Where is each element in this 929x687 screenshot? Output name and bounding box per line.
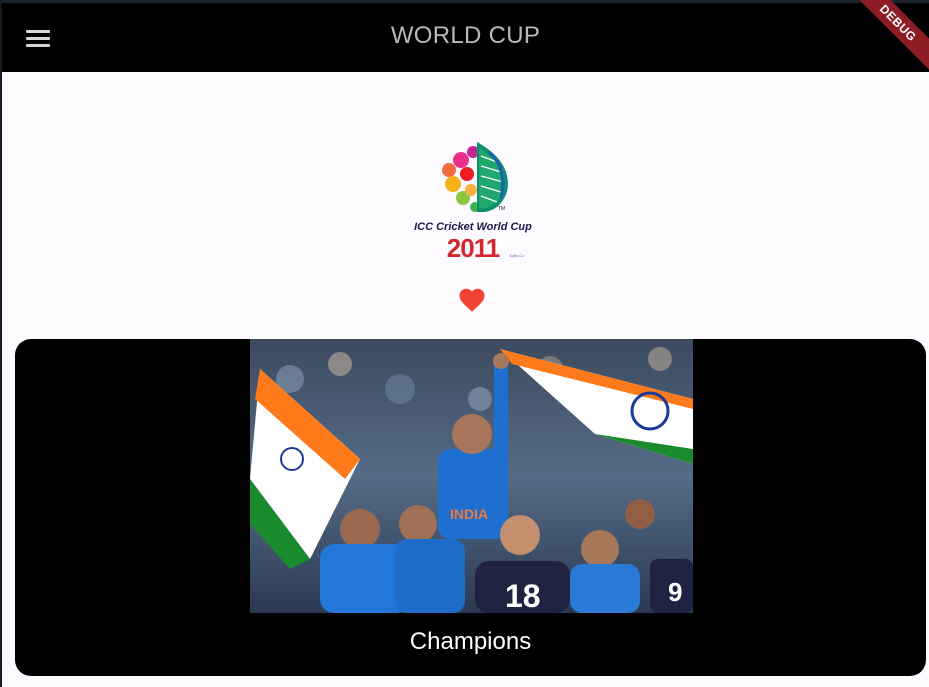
- app-bar: WORLD CUP: [2, 0, 929, 72]
- champions-card[interactable]: 18 9 INDIA Champions: [15, 339, 926, 676]
- heart-icon[interactable]: [457, 285, 487, 315]
- svg-text:INDIA: INDIA: [450, 506, 488, 522]
- card-caption: Champions: [409, 628, 532, 655]
- logo-year-text: 2011: [446, 233, 500, 263]
- team-celebration-photo: 18 9 INDIA: [250, 339, 693, 613]
- logo-title-text: ICC Cricket World Cup: [414, 221, 532, 233]
- logo-small-text: Subs.Co: [509, 253, 525, 258]
- app-title: WORLD CUP: [390, 22, 541, 49]
- app-window: WORLD CUP DEBUG TM ICC Cricket World Cup…: [0, 0, 929, 687]
- logo-trademark: TM: [498, 206, 506, 212]
- world-cup-logo: TM ICC Cricket World Cup 2011 Subs.Co: [411, 132, 535, 264]
- logo-emblem-icon: [442, 142, 508, 213]
- svg-text:9: 9: [668, 577, 682, 607]
- svg-text:18: 18: [505, 578, 541, 613]
